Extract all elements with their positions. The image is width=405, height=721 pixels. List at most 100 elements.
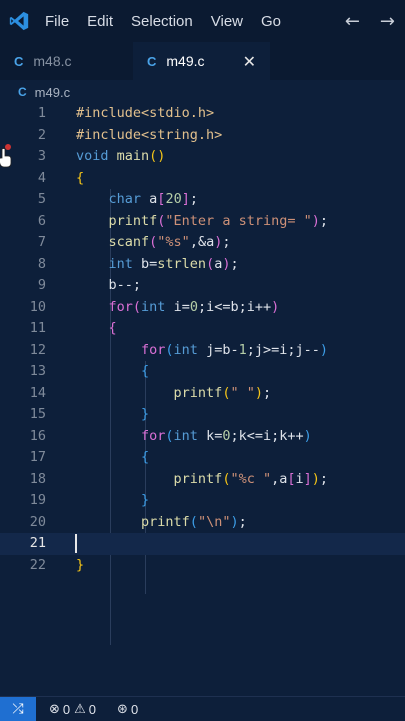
breadcrumb-file[interactable]: m49.c [35, 85, 70, 100]
code-token: b--; [76, 277, 142, 293]
ports-indicator[interactable]: ⊛ 0 [114, 702, 138, 717]
code-token: int [173, 427, 207, 444]
line-code: for(int i=0;i<=b;i++) [76, 297, 280, 319]
code-token: 20 [165, 191, 182, 207]
line-code: { [76, 447, 149, 469]
code-token: ) [222, 255, 231, 272]
menu-file[interactable]: File [36, 13, 78, 30]
code-line[interactable]: 13 { [0, 361, 405, 383]
line-number: 16 [29, 427, 46, 444]
code-line[interactable]: 1 #include<stdio.h> [0, 103, 405, 125]
code-token: i= [173, 298, 190, 315]
line-number: 12 [29, 341, 46, 358]
code-line[interactable]: 4{ [0, 168, 405, 190]
code-token: k= [206, 427, 223, 444]
code-token: ;k<=i;k++ [230, 427, 304, 444]
tab-label: m48.c [33, 53, 72, 69]
code-line[interactable]: 18 printf("%c ",a[i]); [0, 469, 405, 491]
text-cursor [75, 534, 77, 553]
line-code: for(int j=b-1;j>=i;j--) [76, 340, 328, 362]
c-file-icon: C [14, 53, 24, 69]
code-token: () [149, 148, 166, 164]
code-editor[interactable]: 1 #include<stdio.h> 2 #include<string.h> 3 vo… [0, 103, 405, 688]
code-token: 1 [238, 341, 247, 358]
code-token: i [295, 470, 304, 487]
code-token: ; [262, 384, 272, 401]
line-number: 11 [29, 320, 46, 336]
code-line[interactable]: 16 for(int k=0;k<=i;k++) [0, 426, 405, 448]
code-token: ) [311, 470, 320, 487]
line-code: } [76, 404, 149, 426]
line-number: 19 [29, 492, 46, 508]
arrow-right-icon[interactable]: → [370, 11, 405, 32]
close-icon[interactable]: ✕ [243, 52, 256, 71]
code-token: ; [238, 513, 247, 530]
tab-m49[interactable]: C m49.c ✕ [133, 42, 270, 80]
menu-view[interactable]: View [202, 13, 252, 30]
code-line[interactable]: 21 [0, 533, 405, 555]
line-number: 10 [29, 298, 46, 315]
menu-go[interactable]: Go [252, 13, 290, 30]
code-token: printf [76, 212, 158, 229]
ports-count: 0 [130, 701, 139, 717]
code-token: "%s" [157, 234, 190, 250]
arrow-left-icon[interactable]: ← [335, 11, 370, 32]
code-line[interactable]: 19 } [0, 490, 405, 512]
line-code: { [76, 361, 149, 383]
error-count: 0 [62, 701, 71, 717]
code-token: ] [303, 470, 312, 487]
code-line[interactable]: 22} [0, 555, 405, 577]
code-token: strlen [157, 255, 207, 272]
code-line[interactable]: 14 printf(" "); [0, 383, 405, 405]
code-token: ) [271, 298, 280, 315]
line-number: 6 [37, 212, 46, 229]
line-number: 14 [29, 384, 46, 401]
line-number: 22 [29, 556, 46, 573]
code-line[interactable]: 3 void main() [0, 144, 405, 168]
code-token: ( [132, 298, 142, 315]
tab-m48[interactable]: C m48.c [0, 42, 133, 80]
code-line[interactable]: 9 b--; [0, 275, 405, 297]
hand-pointer-icon [0, 148, 12, 168]
line-code: } [76, 490, 149, 512]
line-code: } [76, 555, 84, 577]
line-number: 13 [29, 363, 46, 379]
menu-selection[interactable]: Selection [122, 13, 202, 30]
tab-label: m49.c [166, 53, 205, 69]
code-line[interactable]: 10 for(int i=0;i<=b;i++) [0, 297, 405, 319]
code-line[interactable]: 7 scanf("%s",&a); [0, 232, 405, 254]
remote-icon[interactable]: ⤮ [0, 697, 36, 721]
code-line[interactable]: 11 { [0, 318, 405, 340]
code-token: int [76, 255, 142, 272]
line-code: char a[20]; [76, 189, 198, 211]
line-number: 7 [37, 234, 46, 250]
code-token: ] [181, 191, 190, 207]
code-line[interactable]: 6 printf("Enter a string= "); [0, 211, 405, 233]
problems-indicator[interactable]: ⊗ 0 ⚠ 0 [46, 702, 96, 717]
code-token: ) [319, 341, 329, 358]
code-line[interactable]: 8 int b=strlen(a); [0, 254, 405, 276]
code-token: 0 [189, 298, 198, 315]
code-token: ) [303, 427, 312, 444]
code-token: ) [254, 384, 263, 401]
code-token: { [76, 169, 85, 186]
code-token: #include<string.h> [76, 126, 223, 143]
code-line[interactable]: 5 char a[20]; [0, 189, 405, 211]
code-line[interactable]: 17 { [0, 447, 405, 469]
line-code: { [76, 168, 84, 190]
code-token: { [76, 363, 150, 379]
code-line[interactable]: 12 for(int j=b-1;j>=i;j--) [0, 340, 405, 362]
code-line[interactable]: 20 printf("\n"); [0, 512, 405, 534]
code-token: ) [311, 212, 320, 229]
breadcrumb: C m49.c [0, 80, 405, 104]
status-bar: ⤮ ⊗ 0 ⚠ 0 ⊛ 0 [0, 696, 405, 721]
warning-count: 0 [88, 701, 97, 717]
menu-edit[interactable]: Edit [78, 13, 122, 30]
line-code: printf("%c ",a[i]); [76, 469, 329, 491]
line-number: 15 [29, 406, 46, 422]
line-number: 5 [37, 191, 46, 207]
code-token: ,a [271, 470, 288, 487]
code-token: ;i<=b;i++ [197, 298, 272, 315]
code-line[interactable]: 2 #include<string.h> [0, 125, 405, 147]
code-line[interactable]: 15 } [0, 404, 405, 426]
